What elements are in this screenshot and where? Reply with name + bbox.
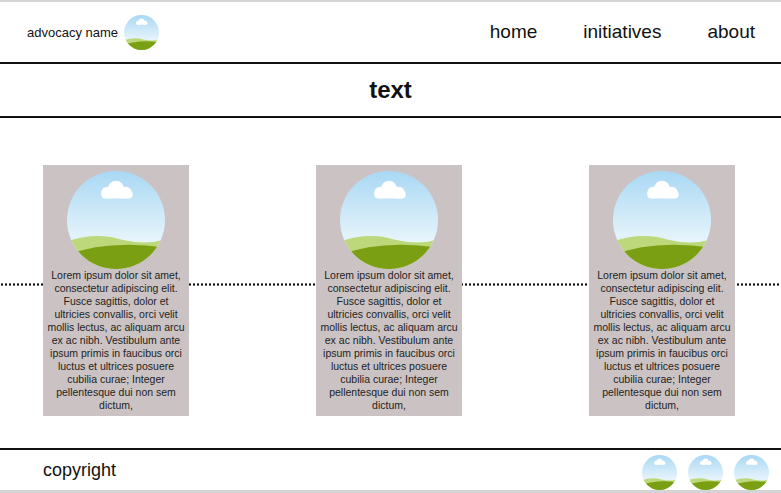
social-icon[interactable] — [642, 455, 677, 490]
social-links — [642, 455, 769, 490]
landscape-icon — [340, 171, 438, 269]
card-row: Lorem ipsum dolor sit amet, consectetur … — [0, 118, 781, 448]
card-text: Lorem ipsum dolor sit amet, consectetur … — [45, 269, 187, 412]
card-text: Lorem ipsum dolor sit amet, consectetur … — [318, 269, 460, 412]
copyright-text: copyright — [43, 460, 116, 481]
initiative-card[interactable]: Lorem ipsum dolor sit amet, consectetur … — [316, 165, 462, 416]
nav-menu: home initiatives about — [490, 21, 755, 43]
nav-link[interactable]: initiatives — [583, 21, 661, 43]
brand[interactable]: advocacy name — [27, 15, 159, 50]
landscape-icon — [613, 171, 711, 269]
social-icon[interactable] — [688, 455, 723, 490]
initiative-card[interactable]: Lorem ipsum dolor sit amet, consectetur … — [43, 165, 189, 416]
nav-link[interactable]: about — [707, 21, 755, 43]
footer: copyright — [0, 448, 781, 490]
brand-name[interactable]: advocacy name — [27, 25, 118, 40]
social-icon[interactable] — [734, 455, 769, 490]
nav-link[interactable]: home — [490, 21, 538, 43]
page-title: text — [0, 64, 781, 118]
logo-icon[interactable] — [124, 15, 159, 50]
card-text: Lorem ipsum dolor sit amet, consectetur … — [591, 269, 733, 412]
header: advocacy name home initiatives about — [0, 2, 781, 64]
landscape-icon — [67, 171, 165, 269]
initiative-card[interactable]: Lorem ipsum dolor sit amet, consectetur … — [589, 165, 735, 416]
